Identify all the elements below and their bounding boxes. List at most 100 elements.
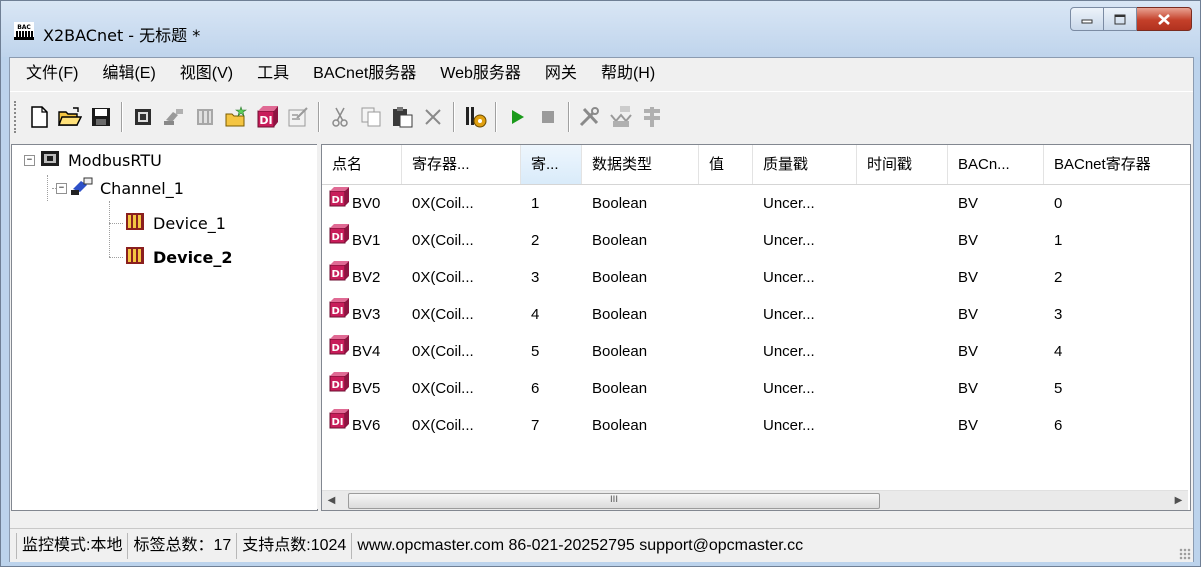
add-point-button[interactable]: DI (253, 102, 281, 132)
tree-node-device-1[interactable]: Device_1 (125, 209, 226, 237)
paste-button[interactable] (388, 102, 416, 132)
save-button[interactable] (87, 102, 115, 132)
column-header[interactable]: BACn... (948, 145, 1044, 184)
horizontal-scrollbar[interactable]: ◀ III ▶ (322, 490, 1188, 510)
menu-edit[interactable]: 编辑(E) (90, 58, 167, 90)
run-icon (512, 110, 524, 124)
cut-icon (332, 107, 348, 127)
cell-bacnet-register: 5 (1054, 380, 1063, 397)
column-header[interactable]: 点名 (322, 145, 402, 184)
resize-grip[interactable] (1179, 548, 1191, 560)
cell-quality: Uncer... (763, 343, 815, 360)
bus-icon (40, 148, 62, 172)
cell-data-type: Boolean (592, 343, 648, 360)
column-header[interactable]: 值 (699, 145, 753, 184)
table-row[interactable]: DI BV1 0X(Coil... 2 Boolean Uncer... BV 1 (322, 222, 1190, 259)
column-header[interactable]: 数据类型 (582, 145, 699, 184)
cell-quality: Uncer... (763, 306, 815, 323)
add-point-icon: DI (257, 106, 278, 128)
simulate-button[interactable] (461, 102, 489, 132)
menu-file[interactable]: 文件(F) (10, 58, 90, 90)
column-header[interactable]: 质量戳 (753, 145, 857, 184)
add-channel-button[interactable] (129, 102, 157, 132)
column-header[interactable]: 寄存器... (402, 145, 521, 184)
stop-icon (542, 111, 554, 123)
toolbar-grip[interactable] (14, 101, 19, 133)
run-button[interactable] (503, 102, 531, 132)
menu-tools[interactable]: 工具 (245, 58, 301, 90)
menu-bacnet-server[interactable]: BACnet服务器 (301, 58, 428, 90)
open-folder-button[interactable] (56, 102, 84, 132)
svg-text:DI: DI (331, 269, 343, 280)
svg-text:DI: DI (259, 114, 272, 127)
cell-value (699, 333, 753, 370)
scroll-thumb[interactable]: III (348, 493, 880, 509)
add-multiple-icon (225, 106, 247, 127)
cell-register-address: 2 (531, 232, 540, 249)
digital-point-icon: DI (328, 296, 350, 333)
cell-value (699, 185, 753, 222)
points-grid[interactable]: 点名 寄存器... 寄... 数据类型 值 质量戳 时间戳 BACn... BA… (321, 144, 1191, 511)
delete-button[interactable] (419, 102, 447, 132)
table-row[interactable]: DI BV2 0X(Coil... 3 Boolean Uncer... BV 2 (322, 259, 1190, 296)
close-button[interactable] (1137, 7, 1192, 31)
save-icon (92, 108, 110, 126)
maximize-button[interactable] (1104, 7, 1137, 31)
cut-button[interactable] (326, 102, 354, 132)
collapse-icon[interactable]: − (56, 182, 67, 194)
cell-register-address: 3 (531, 269, 540, 286)
toolbar-separator (568, 102, 570, 132)
tree-label: ModbusRTU (68, 150, 162, 170)
digital-point-icon: DI (328, 222, 350, 259)
svg-text:DI: DI (331, 195, 343, 206)
tree-node-channel[interactable]: − Channel_1 (56, 174, 184, 202)
cell-value (699, 222, 753, 259)
menu-web-server[interactable]: Web服务器 (428, 58, 533, 90)
scroll-left-button[interactable]: ◀ (322, 491, 341, 510)
add-device-button[interactable] (160, 102, 188, 132)
device-tree[interactable]: − ModbusRTU − Channel_1 Device_1 Device_… (11, 144, 318, 511)
properties-button[interactable] (284, 102, 312, 132)
menu-view[interactable]: 视图(V) (168, 58, 245, 90)
cell-point-name: DI BV0 (322, 185, 402, 222)
table-row[interactable]: DI BV3 0X(Coil... 4 Boolean Uncer... BV 3 (322, 296, 1190, 333)
status-bar: 监控模式:本地 标签总数：17 支持点数:1024 www.opcmaster.… (10, 528, 1193, 562)
table-row[interactable]: DI BV5 0X(Coil... 6 Boolean Uncer... BV 5 (322, 370, 1190, 407)
tools-icon (579, 107, 599, 127)
device-props-button[interactable] (191, 102, 219, 132)
tools-button[interactable] (576, 102, 604, 132)
cell-point-name: DI BV1 (322, 222, 402, 259)
device-props-icon (197, 109, 213, 125)
minimize-button[interactable] (1070, 7, 1104, 31)
tree-node-device-2-selected[interactable]: Device_2 (125, 243, 233, 271)
table-row[interactable]: DI BV4 0X(Coil... 5 Boolean Uncer... BV 4 (322, 333, 1190, 370)
title-bar[interactable]: BAC X2BACnet - 无标题 * (1, 1, 1200, 57)
copy-button[interactable] (357, 102, 385, 132)
status-support-points: 支持点数:1024 (237, 532, 353, 559)
digital-point-icon: DI (328, 185, 350, 222)
menu-gateway[interactable]: 网关 (533, 58, 589, 90)
cell-register-type: 0X(Coil... (412, 417, 474, 434)
add-multiple-button[interactable] (222, 102, 250, 132)
table-row[interactable]: DI BV6 0X(Coil... 7 Boolean Uncer... BV 6 (322, 407, 1190, 444)
point-name-text: BV3 (352, 306, 381, 323)
table-row[interactable]: DI BV0 0X(Coil... 1 Boolean Uncer... BV 0 (322, 185, 1190, 222)
client-area: 文件(F) 编辑(E) 视图(V) 工具 BACnet服务器 Web服务器 网关… (9, 57, 1194, 562)
window-controls (1070, 7, 1192, 31)
collapse-icon[interactable]: − (24, 154, 35, 166)
new-file-button[interactable] (25, 102, 53, 132)
menu-help[interactable]: 帮助(H) (589, 58, 667, 90)
point-name-text: BV1 (352, 232, 381, 249)
column-header-sorted[interactable]: 寄... (521, 145, 582, 184)
column-header[interactable]: 时间戳 (857, 145, 948, 184)
load-button[interactable] (607, 102, 635, 132)
cell-bacnet-type: BV (958, 380, 979, 397)
stop-button[interactable] (534, 102, 562, 132)
update-button[interactable] (638, 102, 666, 132)
point-name-text: BV4 (352, 343, 381, 360)
copy-icon (361, 107, 381, 127)
column-header[interactable]: BACnet寄存器 (1044, 145, 1190, 184)
scroll-right-button[interactable]: ▶ (1169, 491, 1188, 510)
cell-register-address: 7 (531, 417, 540, 434)
tree-node-modbusrtu[interactable]: − ModbusRTU (24, 146, 162, 174)
